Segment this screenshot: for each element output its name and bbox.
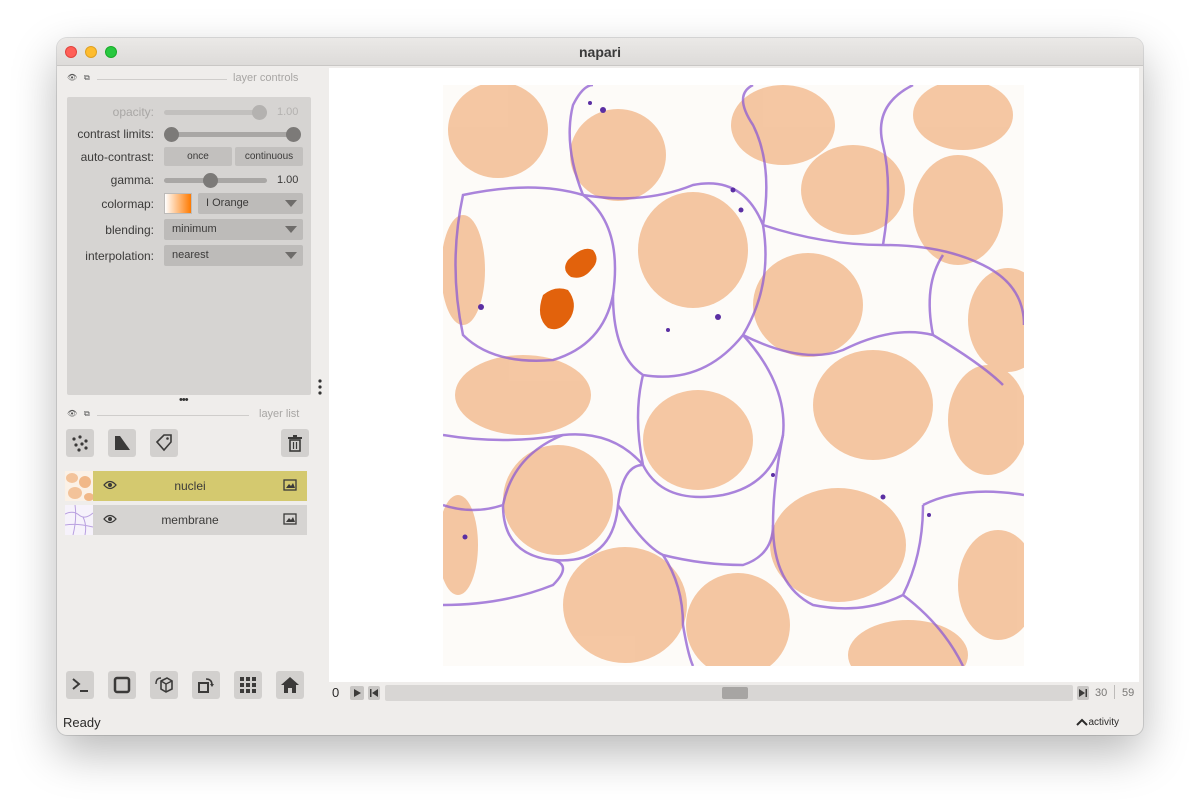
auto-contrast-once-button[interactable]: once xyxy=(164,147,232,166)
interpolation-select[interactable]: nearest xyxy=(164,245,303,266)
interpolation-label: interpolation: xyxy=(85,249,154,263)
layer-controls-panel: opacity: 1.00 contrast limits: auto-cont… xyxy=(67,97,311,395)
opacity-slider-handle[interactable] xyxy=(252,105,267,120)
dock-close-icon[interactable]: ⧉ xyxy=(84,73,90,83)
gamma-row: gamma: 1.00 xyxy=(67,170,311,190)
dims-slider-handle[interactable] xyxy=(722,687,748,699)
labels-icon xyxy=(155,434,172,452)
dock-float-icon[interactable]: 👁 xyxy=(67,73,77,82)
image-icon xyxy=(283,513,297,525)
blending-value: minimum xyxy=(172,223,217,235)
colormap-select[interactable]: I Orange xyxy=(198,193,303,214)
colormap-label: colormap: xyxy=(101,197,154,211)
interpolation-value: nearest xyxy=(172,249,209,261)
gamma-slider-handle[interactable] xyxy=(203,173,218,188)
chevron-down-icon xyxy=(285,226,297,233)
dims-max-value: 59 xyxy=(1122,687,1135,699)
chevron-up-icon xyxy=(1076,718,1089,727)
shapes-icon xyxy=(115,436,130,450)
gamma-value: 1.00 xyxy=(277,174,299,186)
roll-dims-button[interactable] xyxy=(150,671,178,699)
interpolation-row: interpolation: nearest xyxy=(67,245,311,267)
opacity-row: opacity: 1.00 xyxy=(67,102,311,122)
dock-float-icon[interactable]: 👁 xyxy=(67,409,77,418)
chevron-down-icon xyxy=(285,252,297,259)
colormap-row: colormap: I Orange xyxy=(67,193,311,215)
step-forward-button[interactable] xyxy=(1077,686,1089,700)
layer-controls-header: 👁 ⧉ layer controls xyxy=(67,72,311,86)
play-button[interactable] xyxy=(350,686,364,700)
play-icon xyxy=(354,689,361,697)
chevron-down-icon xyxy=(285,200,297,207)
auto-contrast-continuous-button[interactable]: continuous xyxy=(235,147,303,166)
activity-toggle[interactable]: activity xyxy=(1076,717,1119,728)
reset-view-button[interactable] xyxy=(276,671,304,699)
points-icon xyxy=(72,435,88,452)
contrast-low-handle[interactable] xyxy=(164,127,179,142)
grid-view-button[interactable] xyxy=(234,671,262,699)
image-icon xyxy=(283,479,297,491)
panel-splitter-handle[interactable]: ••• xyxy=(179,394,189,406)
layer-item-membrane[interactable]: membrane xyxy=(65,505,307,535)
grid-icon xyxy=(240,677,256,693)
new-points-layer-button[interactable] xyxy=(66,429,94,457)
blending-row: blending: minimum xyxy=(67,219,311,241)
viewer-canvas[interactable] xyxy=(329,68,1139,682)
title-bar: napari xyxy=(57,38,1143,66)
dims-axis-label: 0 xyxy=(332,685,340,700)
layer-name-membrane[interactable]: membrane xyxy=(93,513,287,527)
microscopy-image[interactable] xyxy=(443,85,1024,666)
skip-forward-icon xyxy=(1079,689,1087,697)
layer-list-label: layer list xyxy=(259,408,300,420)
dims-slider[interactable] xyxy=(385,685,1073,701)
contrast-limits-slider[interactable] xyxy=(164,132,300,137)
dims-divider xyxy=(1114,685,1115,699)
home-icon xyxy=(281,677,299,693)
status-text: Ready xyxy=(63,715,101,730)
dims-current-value: 30 xyxy=(1095,687,1108,699)
console-icon xyxy=(72,678,88,692)
opacity-label: opacity: xyxy=(112,105,154,119)
delete-layer-button[interactable] xyxy=(281,429,309,457)
window-title: napari xyxy=(578,44,621,60)
layer-list-header: 👁 ⧉ layer list xyxy=(67,408,311,422)
opacity-value: 1.00 xyxy=(277,106,299,118)
new-shapes-layer-button[interactable] xyxy=(108,429,136,457)
dock-splitter-handle[interactable] xyxy=(317,378,323,398)
step-back-button[interactable] xyxy=(368,686,380,700)
layer-controls-label: layer controls xyxy=(233,72,299,84)
contrast-limits-label: contrast limits: xyxy=(77,127,154,141)
contrast-high-handle[interactable] xyxy=(286,127,301,142)
colormap-value: I Orange xyxy=(206,197,249,209)
header-divider xyxy=(97,79,227,80)
auto-contrast-row: auto-contrast: once continuous xyxy=(67,147,311,167)
cube-icon xyxy=(155,677,173,693)
layer-thumbnail-membrane xyxy=(65,505,93,535)
skip-back-icon xyxy=(370,689,378,697)
header-divider xyxy=(97,415,249,416)
contrast-limits-row: contrast limits: xyxy=(67,124,311,144)
gamma-label: gamma: xyxy=(110,173,154,187)
layer-thumbnail-nuclei xyxy=(65,471,93,501)
rotate-icon xyxy=(198,678,214,693)
square-icon xyxy=(113,676,131,694)
activity-label: activity xyxy=(1088,717,1119,728)
auto-contrast-label: auto-contrast: xyxy=(80,150,154,164)
new-labels-layer-button[interactable] xyxy=(150,429,178,457)
transpose-dims-button[interactable] xyxy=(192,671,220,699)
console-button[interactable] xyxy=(66,671,94,699)
layer-item-nuclei[interactable]: nuclei xyxy=(65,471,307,501)
layer-name-nuclei[interactable]: nuclei xyxy=(93,479,287,493)
toggle-ndisplay-button[interactable] xyxy=(108,671,136,699)
dock-close-icon[interactable]: ⧉ xyxy=(84,409,90,419)
colormap-preview xyxy=(164,193,192,214)
blending-select[interactable]: minimum xyxy=(164,219,303,240)
delete-icon xyxy=(288,435,302,452)
napari-window: napari 👁 ⧉ layer controls opacity: 1.00 … xyxy=(57,38,1143,735)
cells-image xyxy=(443,85,1024,666)
blending-label: blending: xyxy=(105,223,154,237)
